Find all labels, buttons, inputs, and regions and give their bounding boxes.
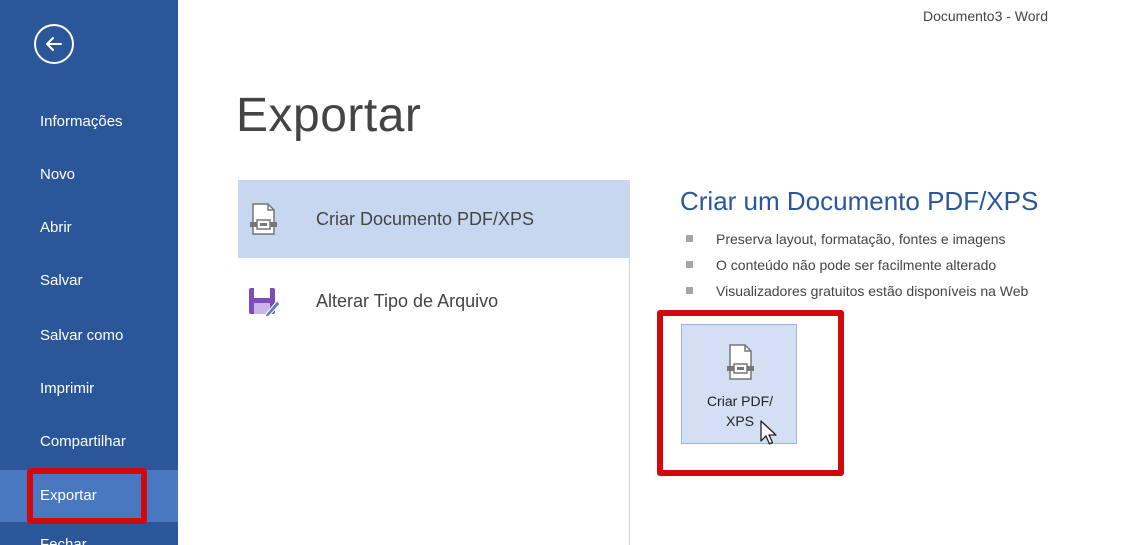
nav-item-fechar-label: Fechar [40, 536, 87, 545]
nav-item-fechar[interactable]: Fechar [0, 525, 178, 545]
window-title: Documento3 - Word [922, 8, 1048, 24]
create-pdf-xps-button[interactable]: Criar PDF/ XPS [681, 324, 797, 444]
option-create-pdf-xps-label: Criar Documento PDF/XPS [316, 208, 535, 229]
bullet-item: Visualizadores gratuitos estão disponíve… [686, 280, 1028, 306]
export-options-list: Criar Documento PDF/XPS Alterar Tipo de … [238, 180, 630, 340]
back-arrow-icon [46, 37, 62, 51]
bullet-item: Preserva layout, formatação, fontes e im… [686, 228, 1028, 254]
nav-item-salvar[interactable]: Salvar [0, 255, 178, 307]
nav-item-salvar-como[interactable]: Salvar como [0, 310, 178, 362]
bullet-square-icon [686, 261, 693, 268]
bullet-text: O conteúdo não pode ser facilmente alter… [716, 257, 997, 273]
nav-item-informacoes[interactable]: Informações [0, 96, 178, 148]
nav-item-imprimir[interactable]: Imprimir [0, 363, 178, 415]
bullet-square-icon [686, 235, 693, 242]
panel-divider [629, 180, 630, 545]
nav-item-compartilhar[interactable]: Compartilhar [0, 416, 178, 468]
detail-title: Criar um Documento PDF/XPS [680, 186, 1039, 216]
option-change-file-type[interactable]: Alterar Tipo de Arquivo [238, 262, 630, 340]
bullet-text: Visualizadores gratuitos estão disponíve… [716, 283, 1029, 299]
nav-item-abrir[interactable]: Abrir [0, 202, 178, 254]
bullet-text: Preserva layout, formatação, fontes e im… [716, 231, 1006, 247]
pdf-document-icon [250, 203, 277, 235]
nav-item-novo[interactable]: Novo [0, 149, 178, 201]
detail-bullets: Preserva layout, formatação, fontes e im… [686, 228, 1028, 306]
bullet-square-icon [686, 287, 693, 294]
nav-item-exportar[interactable]: Exportar [0, 470, 178, 522]
option-create-pdf-xps[interactable]: Criar Documento PDF/XPS [238, 180, 630, 258]
option-change-file-type-label: Alterar Tipo de Arquivo [316, 290, 499, 311]
button-label-line2: XPS [725, 413, 754, 429]
create-pdf-xps-button-label: Criar PDF/ XPS [682, 391, 798, 431]
page-title: Exportar [236, 89, 422, 142]
button-label-line1: Criar PDF/ [706, 393, 774, 409]
backstage-sidebar: Informações Novo Abrir Salvar Salvar com… [0, 0, 178, 545]
save-file-type-icon [249, 288, 280, 318]
bullet-item: O conteúdo não pode ser facilmente alter… [686, 254, 1028, 280]
mouse-pointer-icon [760, 420, 777, 445]
back-button[interactable] [34, 24, 74, 64]
pdf-document-icon [727, 344, 754, 380]
